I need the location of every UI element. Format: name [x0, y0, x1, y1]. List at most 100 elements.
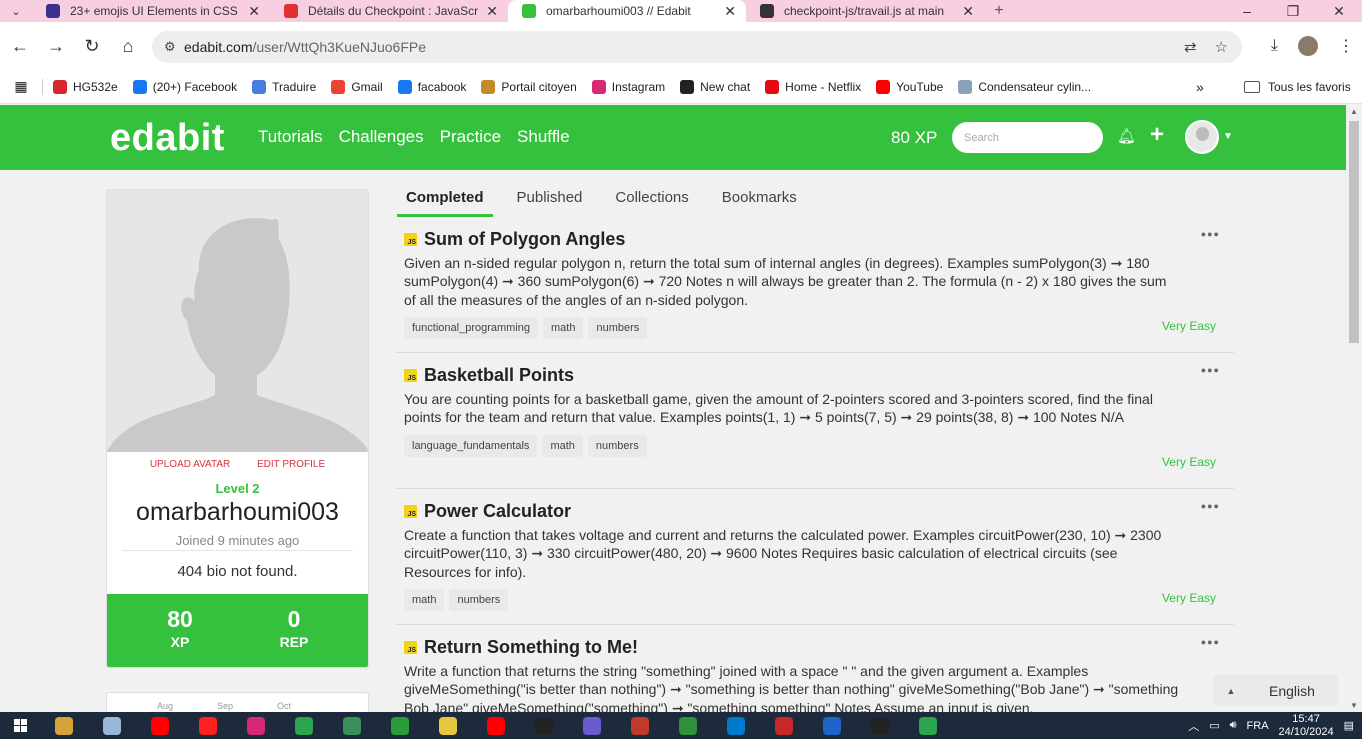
bookmark-item[interactable]: HG532e — [53, 79, 118, 94]
windows-start-icon[interactable] — [0, 719, 40, 732]
more-bookmarks-icon[interactable]: » — [1196, 79, 1204, 95]
nav-link-challenges[interactable]: Challenges — [339, 127, 424, 147]
bookmark-item[interactable]: Instagram — [591, 79, 665, 94]
tab-published[interactable]: Published — [508, 182, 592, 217]
home-icon[interactable]: ⌂ — [110, 36, 146, 57]
scroll-down-icon[interactable]: ▼ — [1350, 701, 1358, 710]
challenge-title[interactable]: Sum of Polygon Angles — [424, 229, 625, 250]
scrollbar-thumb[interactable] — [1349, 121, 1359, 343]
search-input[interactable] — [952, 122, 1103, 153]
taskbar-app-icon[interactable] — [295, 716, 313, 735]
taskbar-app-icon[interactable] — [247, 716, 265, 735]
minimize-icon[interactable]: – — [1224, 0, 1270, 22]
reload-icon[interactable]: ↻ — [74, 36, 110, 57]
download-icon[interactable]: ⤓ — [1271, 37, 1278, 55]
notification-center-icon[interactable]: ▤ — [1344, 719, 1354, 732]
taskbar-app-icon[interactable] — [727, 716, 745, 735]
tab-close-icon[interactable]: ✕ — [962, 3, 974, 20]
bookmark-item[interactable]: YouTube — [876, 79, 943, 94]
profile-avatar[interactable] — [1298, 36, 1318, 56]
language-selector[interactable]: ▲ English — [1213, 675, 1338, 706]
taskbar-app-icon[interactable] — [871, 716, 889, 735]
taskbar-app-icon[interactable] — [775, 716, 793, 735]
tag-badge[interactable]: language_fundamentals — [404, 434, 538, 457]
scroll-up-icon[interactable]: ▲ — [1350, 107, 1358, 116]
bookmark-item[interactable]: Portail citoyen — [481, 79, 577, 94]
browser-tab[interactable]: 23+ emojis UI Elements in CSS ✕ — [32, 0, 270, 22]
tab-close-icon[interactable]: ✕ — [248, 3, 260, 20]
maximize-icon[interactable]: ❐ — [1270, 0, 1316, 22]
bookmark-item[interactable]: Home - Netflix — [765, 79, 861, 94]
taskbar-app-icon[interactable] — [199, 716, 217, 735]
more-options-icon[interactable]: ●●● — [1201, 365, 1220, 375]
more-options-icon[interactable]: ●●● — [1201, 637, 1220, 647]
bookmark-item[interactable]: Gmail — [331, 79, 383, 94]
all-bookmarks-button[interactable]: Tous les favoris — [1244, 80, 1351, 94]
challenge-title[interactable]: Power Calculator — [424, 501, 571, 522]
tag-badge[interactable]: functional_programming — [404, 316, 539, 339]
translate-icon[interactable]: ⇄ — [1184, 38, 1197, 56]
close-window-icon[interactable]: ✕ — [1316, 0, 1362, 22]
taskbar-app-icon[interactable] — [679, 716, 697, 735]
browser-tab[interactable]: omarbarhoumi003 // Edabit ✕ — [508, 0, 746, 22]
more-options-icon[interactable]: ●●● — [1201, 501, 1220, 511]
nav-link-shuffle[interactable]: Shuffle — [517, 127, 570, 147]
clock[interactable]: 15:47 24/10/2024 — [1279, 713, 1334, 739]
more-options-icon[interactable]: ●●● — [1201, 229, 1220, 239]
bookmark-item[interactable]: facabook — [397, 79, 466, 94]
taskbar-app-icon[interactable] — [103, 716, 121, 735]
challenge-item[interactable]: JS Power Calculator Create a function that… — [396, 489, 1234, 625]
forward-icon[interactable]: → — [38, 36, 74, 57]
browser-tab[interactable]: checkpoint-js/travail.js at main ✕ — [746, 0, 984, 22]
tab-completed[interactable]: Completed — [397, 182, 493, 217]
taskbar-app-icon[interactable] — [391, 716, 409, 735]
notification-bell-icon[interactable]: 🔔︎ — [1117, 127, 1136, 145]
challenge-title[interactable]: Basketball Points — [424, 365, 574, 386]
tag-badge[interactable]: math — [542, 434, 583, 457]
tag-badge[interactable]: math — [543, 316, 584, 339]
bookmark-item[interactable]: Traduire — [252, 79, 316, 94]
bookmark-item[interactable]: New chat — [680, 79, 750, 94]
apps-grid-icon[interactable]: ▦ — [0, 78, 42, 95]
taskbar-app-icon[interactable] — [343, 716, 361, 735]
tray-chevron-icon[interactable]: ︿ — [1188, 718, 1199, 734]
input-language[interactable]: FRA — [1247, 720, 1269, 732]
upload-avatar-link[interactable]: UPLOAD AVATAR — [150, 459, 230, 470]
tag-badge[interactable]: numbers — [587, 434, 647, 457]
browser-menu-icon[interactable]: ⋮ — [1338, 36, 1354, 56]
taskbar-app-icon[interactable] — [631, 716, 649, 735]
tab-collections[interactable]: Collections — [606, 182, 697, 217]
nav-link-tutorials[interactable]: Tutorials — [258, 127, 323, 147]
bookmark-star-icon[interactable]: ☆ — [1215, 38, 1228, 56]
site-info-icon[interactable]: ⚙ — [164, 39, 184, 55]
create-plus-icon[interactable]: + — [1150, 121, 1164, 149]
volume-icon[interactable]: 🔊︎ — [1230, 719, 1237, 732]
challenge-item[interactable]: JS Sum of Polygon Angles Given an n-sided … — [396, 217, 1234, 353]
new-tab-button[interactable]: + — [984, 2, 1014, 20]
taskbar-app-icon[interactable] — [823, 716, 841, 735]
taskbar-app-icon[interactable] — [439, 716, 457, 735]
chevron-down-icon[interactable]: ▼ — [1223, 131, 1233, 142]
browser-tab[interactable]: Détails du Checkpoint : JavaScri ✕ — [270, 0, 508, 22]
back-icon[interactable]: ← — [2, 36, 38, 57]
challenge-item[interactable]: JS Basketball Points You are counting poin… — [396, 353, 1234, 489]
tab-close-icon[interactable]: ✕ — [724, 3, 736, 20]
challenge-title[interactable]: Return Something to Me! — [424, 637, 638, 658]
network-icon[interactable]: ▭ — [1209, 719, 1219, 732]
url-bar[interactable]: ⚙ edabit.com/user/WttQh3KueNJuo6FPe ⇄ ☆ — [152, 31, 1242, 63]
bookmark-item[interactable]: (20+) Facebook — [132, 79, 237, 94]
xp-counter[interactable]: 80 XP — [891, 128, 937, 148]
taskbar-app-icon[interactable] — [55, 716, 73, 735]
tab-bookmarks[interactable]: Bookmarks — [713, 182, 806, 217]
taskbar-app-icon[interactable] — [535, 716, 553, 735]
page-scrollbar[interactable]: ▲ ▼ — [1346, 105, 1362, 712]
taskbar-app-icon[interactable] — [151, 716, 169, 735]
bookmark-item[interactable]: Condensateur cylin... — [958, 79, 1091, 94]
taskbar-app-icon[interactable] — [583, 716, 601, 735]
tag-badge[interactable]: math — [404, 588, 445, 611]
user-avatar[interactable] — [1185, 120, 1219, 154]
tag-badge[interactable]: numbers — [588, 316, 648, 339]
tab-search-icon[interactable]: ⌄ — [0, 0, 32, 22]
tab-close-icon[interactable]: ✕ — [486, 3, 498, 20]
edabit-logo[interactable]: edabit — [110, 117, 225, 160]
